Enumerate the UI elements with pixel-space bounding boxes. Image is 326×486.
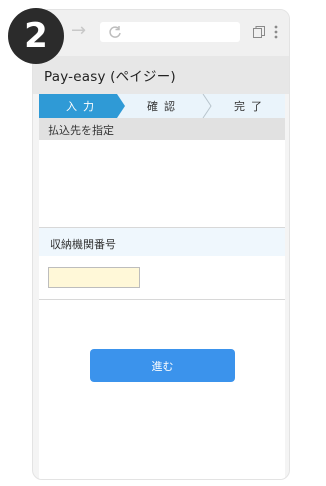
step-confirm: 確認 xyxy=(147,100,181,113)
browser-toolbar: → xyxy=(33,10,289,56)
address-bar[interactable] xyxy=(100,22,240,42)
field-header: 収納機関番号 xyxy=(39,228,285,256)
forward-arrow-icon[interactable]: → xyxy=(71,22,86,40)
step-number: 2 xyxy=(24,16,48,56)
section-title: 払込先を指定 xyxy=(48,124,114,137)
step-complete: 完了 xyxy=(234,100,268,113)
step-input: 入力 xyxy=(66,100,100,113)
step-number-badge: 2 xyxy=(8,8,64,64)
divider xyxy=(39,299,285,300)
tabs-icon[interactable] xyxy=(253,26,265,38)
more-menu-icon[interactable] xyxy=(274,25,278,39)
agency-number-input[interactable] xyxy=(48,267,140,288)
phone-frame: → Pay-easy (ペイジー) 入力 確認 完了 払込先を指定 収納機関番号… xyxy=(32,9,290,480)
next-button[interactable]: 進む xyxy=(90,349,235,382)
progress-steps: 入力 確認 完了 xyxy=(39,94,285,118)
main-content: 入力 確認 完了 払込先を指定 収納機関番号 進む xyxy=(39,94,285,479)
section-header: 払込先を指定 xyxy=(39,118,285,140)
app-title-bar: Pay-easy (ペイジー) xyxy=(33,56,289,94)
field-label: 収納機関番号 xyxy=(50,238,116,251)
reload-icon[interactable] xyxy=(107,24,123,40)
page-title: Pay-easy (ペイジー) xyxy=(44,69,176,85)
